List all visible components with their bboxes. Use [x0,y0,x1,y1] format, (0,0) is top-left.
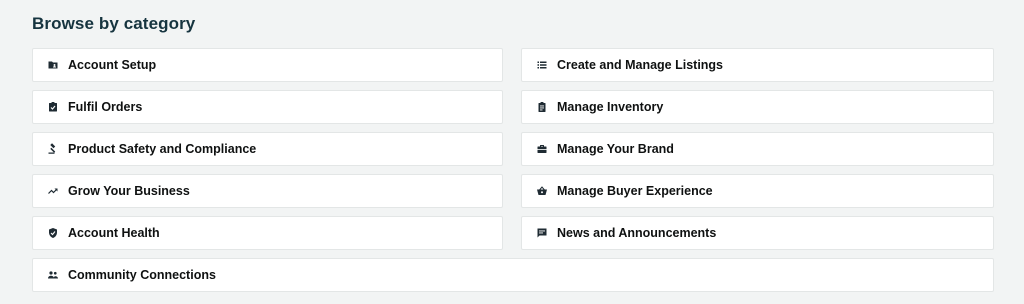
people-icon [47,269,59,281]
category-label: Community Connections [68,268,216,282]
category-label: Create and Manage Listings [557,58,724,72]
checklist-icon [47,101,59,113]
category-product-safety-and-compliance[interactable]: Product Safety and Compliance [32,132,503,166]
category-label: Product Safety and Compliance [68,142,257,156]
briefcase-icon [536,143,548,155]
basket-icon [536,185,548,197]
section-title: Browse by category [32,14,196,33]
category-community-connections[interactable]: Community Connections [32,258,994,292]
chat-icon [536,227,548,239]
gavel-icon [47,143,59,155]
category-manage-buyer-experience[interactable]: Manage Buyer Experience [521,174,994,208]
category-manage-your-brand[interactable]: Manage Your Brand [521,132,994,166]
category-label: News and Announcements [557,226,717,240]
category-grow-your-business[interactable]: Grow Your Business [32,174,503,208]
clipboard-icon [536,101,548,113]
browse-by-category-section: Browse by category Account Setup Create … [0,0,1024,304]
category-account-setup[interactable]: Account Setup [32,48,503,82]
category-label: Manage Your Brand [557,142,674,156]
category-label: Fulfil Orders [68,100,143,114]
category-label: Account Setup [68,58,157,72]
category-create-and-manage-listings[interactable]: Create and Manage Listings [521,48,994,82]
category-fulfil-orders[interactable]: Fulfil Orders [32,90,503,124]
folder-icon [47,59,59,71]
category-label: Manage Inventory [557,100,664,114]
shield-check-icon [47,227,59,239]
category-label: Grow Your Business [68,184,190,198]
category-label: Account Health [68,226,160,240]
category-news-and-announcements[interactable]: News and Announcements [521,216,994,250]
category-label: Manage Buyer Experience [557,184,713,198]
trending-up-icon [47,185,59,197]
category-manage-inventory[interactable]: Manage Inventory [521,90,994,124]
category-grid: Account Setup Create and Manage Listings… [32,48,994,292]
category-account-health[interactable]: Account Health [32,216,503,250]
list-icon [536,59,548,71]
